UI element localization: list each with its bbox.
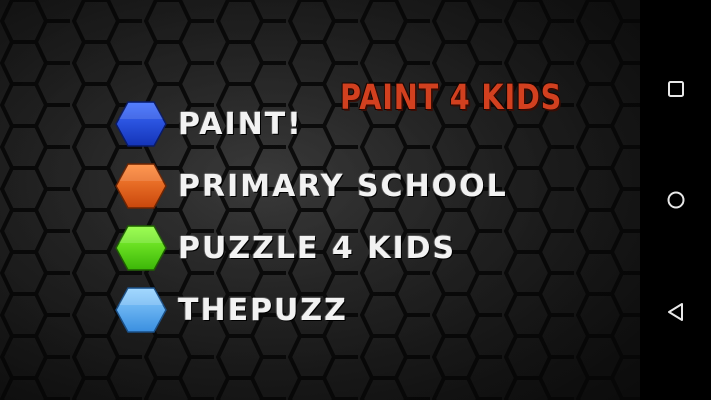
- menu-item-puzzle-4-kids[interactable]: PUZZLE 4 KIDS: [114, 222, 594, 274]
- light-blue-hexagon-icon: [115, 287, 167, 333]
- back-triangle-icon: [667, 303, 683, 321]
- green-hexagon-icon: [115, 225, 167, 271]
- android-navigation-bar: [640, 0, 711, 400]
- home-circle-icon: [667, 191, 684, 209]
- menu-item-label: PUZZLE 4 KIDS: [178, 230, 457, 266]
- recent-apps-square-icon: [667, 81, 684, 97]
- menu-item-thepuzz[interactable]: THEPUZZ: [114, 284, 594, 336]
- orange-hexagon-icon: [115, 163, 167, 209]
- home-button[interactable]: [640, 170, 711, 230]
- back-button[interactable]: [640, 282, 711, 342]
- device-screen: PAINT 4 KIDS PAINT! PRIMARY SCHOOL PUZZL…: [0, 0, 711, 400]
- menu-item-label: PRIMARY SCHOOL: [178, 168, 508, 204]
- menu-item-primary-school[interactable]: PRIMARY SCHOOL: [114, 160, 594, 212]
- blue-hexagon-icon: [115, 101, 167, 147]
- menu-item-paint[interactable]: PAINT!: [114, 98, 594, 150]
- app-area: PAINT 4 KIDS PAINT! PRIMARY SCHOOL PUZZL…: [0, 0, 640, 400]
- recent-apps-button[interactable]: [640, 59, 711, 119]
- menu-item-label: PAINT!: [178, 106, 303, 142]
- menu-item-label: THEPUZZ: [178, 292, 348, 328]
